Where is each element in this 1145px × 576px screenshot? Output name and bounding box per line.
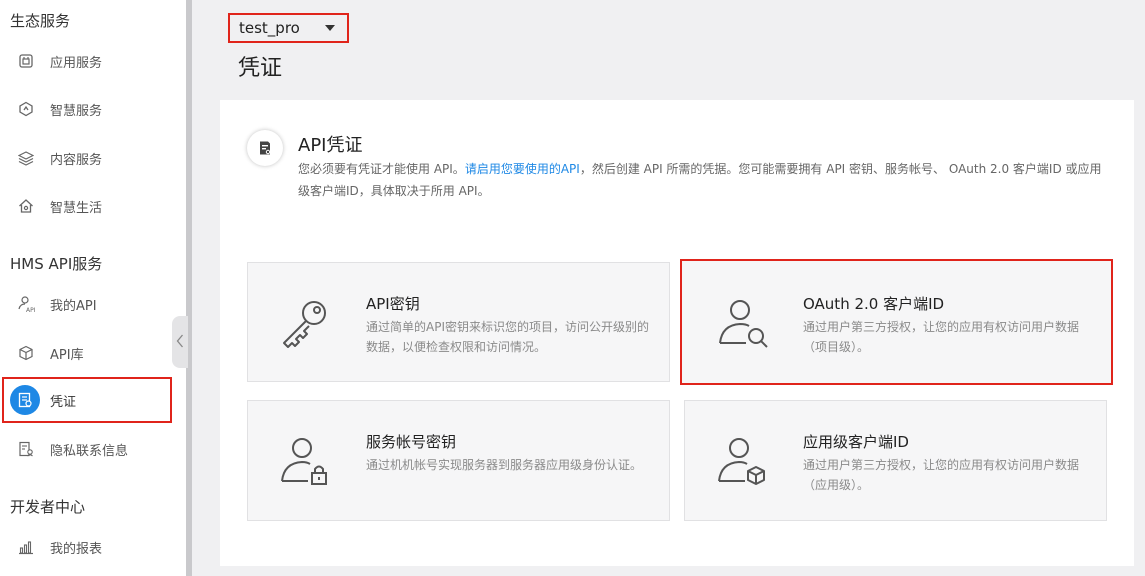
card-app-client-id[interactable]: 应用级客户端ID 通过用户第三方授权，让您的应用有权访问用户数据（应用级）。 xyxy=(684,400,1107,521)
content-service-icon xyxy=(17,149,35,167)
sidebar-item-label: 智慧服务 xyxy=(50,103,103,119)
enable-api-link[interactable]: 请启用您要使用的API xyxy=(465,162,580,176)
section-title-developer-center: 开发者中心 xyxy=(10,498,86,516)
sidebar-item-my-report[interactable]: 我的报表 xyxy=(0,524,172,570)
card-description: 通过用户第三方授权，让您的应用有权访问用户数据（项目级）。 xyxy=(803,320,1080,354)
panel-title: API凭证 xyxy=(298,135,363,156)
card-title: 服务帐号密钥 xyxy=(366,433,457,451)
sidebar-item-label: 隐私联系信息 xyxy=(50,443,129,459)
app-service-icon xyxy=(17,52,35,70)
sidebar: 生态服务 应用服务 智慧服务 内容服务 智慧生活 HMS API服务 API 我… xyxy=(0,0,186,576)
sidebar-item-smart-service[interactable]: 智慧服务 xyxy=(0,86,172,132)
sidebar-item-label: 凭证 xyxy=(50,394,77,410)
sidebar-item-content-service[interactable]: 内容服务 xyxy=(0,135,172,181)
sidebar-item-my-api[interactable]: API 我的API xyxy=(0,281,172,327)
sidebar-divider xyxy=(186,0,192,576)
sidebar-item-app-service[interactable]: 应用服务 xyxy=(0,38,172,84)
card-service-account-key[interactable]: 服务帐号密钥 通过机机帐号实现服务器到服务器应用级身份认证。 xyxy=(247,400,670,521)
api-library-icon xyxy=(17,344,35,362)
card-oauth-client-id[interactable]: OAuth 2.0 客户端ID 通过用户第三方授权，让您的应用有权访问用户数据（… xyxy=(680,259,1113,385)
card-description: 通过简单的API密钥来标识您的项目，访问公开级别的数据，以便检查权限和访问情况。 xyxy=(366,320,649,354)
smart-life-icon xyxy=(17,197,35,215)
card-title: API密钥 xyxy=(366,295,420,313)
card-description: 通过机机帐号实现服务器到服务器应用级身份认证。 xyxy=(366,458,643,472)
sidebar-item-smart-life[interactable]: 智慧生活 xyxy=(0,183,172,229)
sidebar-item-label: API库 xyxy=(50,347,84,363)
report-chart-icon xyxy=(17,538,35,556)
sidebar-item-privacy-contact[interactable]: 隐私联系信息 xyxy=(0,426,172,472)
user-search-icon xyxy=(716,295,772,351)
sidebar-item-api-library[interactable]: API库 xyxy=(0,330,172,376)
sidebar-item-label: 我的报表 xyxy=(50,541,103,557)
section-title-hms-api: HMS API服务 xyxy=(10,255,103,273)
key-icon xyxy=(278,295,334,351)
credential-doc-icon xyxy=(247,130,283,166)
sidebar-item-label: 内容服务 xyxy=(50,152,103,168)
sidebar-item-label: 我的API xyxy=(50,298,97,314)
project-select[interactable]: test_pro xyxy=(228,13,349,43)
project-select-value: test_pro xyxy=(239,19,300,37)
card-title: OAuth 2.0 客户端ID xyxy=(803,295,945,313)
sidebar-item-credential[interactable]: 凭证 xyxy=(2,377,172,423)
caret-down-icon xyxy=(325,25,335,31)
chevron-left-icon xyxy=(176,333,184,352)
card-description: 通过用户第三方授权，让您的应用有权访问用户数据（应用级）。 xyxy=(803,458,1080,492)
sidebar-item-label: 智慧生活 xyxy=(50,200,103,216)
my-api-icon: API xyxy=(17,295,35,313)
panel-desc-before: 您必须要有凭证才能使用 API。 xyxy=(298,162,465,176)
privacy-contact-icon xyxy=(17,440,35,458)
panel-description: 您必须要有凭证才能使用 API。请启用您要使用的API，然后创建 API 所需的… xyxy=(298,158,1108,202)
sidebar-item-label: 应用服务 xyxy=(50,55,103,71)
user-lock-icon xyxy=(278,433,334,489)
user-cube-icon xyxy=(715,433,771,489)
smart-service-icon xyxy=(17,100,35,118)
card-api-key[interactable]: API密钥 通过简单的API密钥来标识您的项目，访问公开级别的数据，以便检查权限… xyxy=(247,262,670,382)
page-title: 凭证 xyxy=(238,56,283,81)
credential-icon xyxy=(10,385,40,415)
section-title-ecosystem: 生态服务 xyxy=(10,12,71,30)
card-title: 应用级客户端ID xyxy=(803,433,909,451)
svg-text:API: API xyxy=(26,307,35,313)
sidebar-collapse-button[interactable] xyxy=(172,316,188,368)
